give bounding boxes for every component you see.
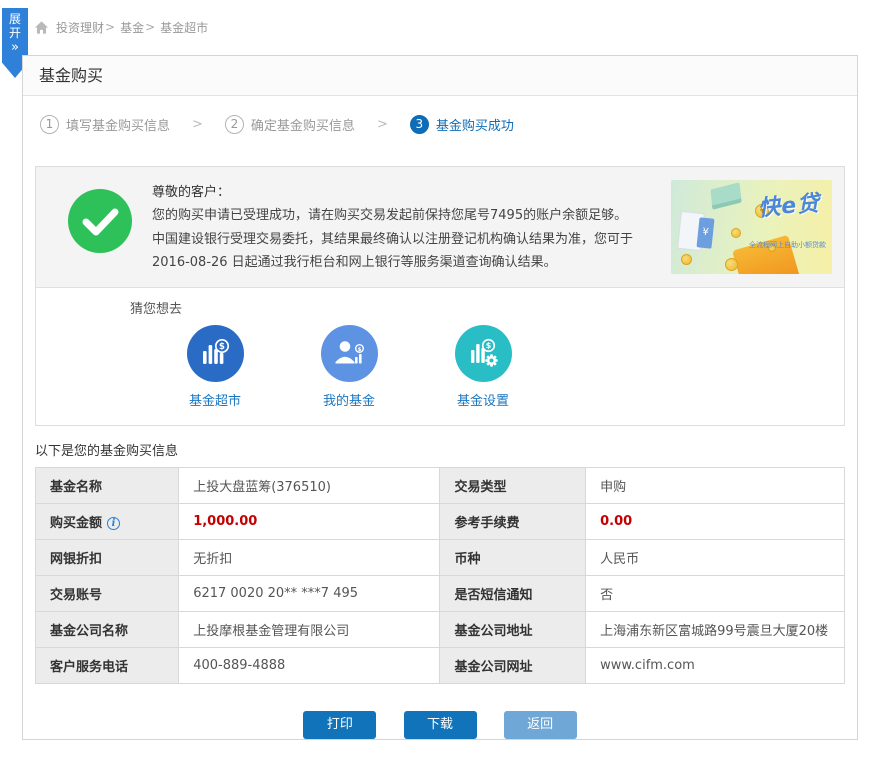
- breadcrumb-item-fund[interactable]: 基金: [120, 19, 144, 36]
- trade-type-value: 申购: [586, 467, 845, 503]
- fund-purchase-panel: 基金购买 1 填写基金购买信息 > 2 确定基金购买信息 > 3 基金购买成功 …: [22, 55, 858, 740]
- company-address-label: 基金公司地址: [440, 611, 586, 647]
- purchase-details-table: 基金名称 上投大盘蓝筹(376510) 交易类型 申购 购买金额 i 1,000.…: [35, 467, 845, 684]
- quick-loan-ad-banner[interactable]: ¥ ¥ 快e贷 全流程网上自助小额贷款: [671, 180, 832, 274]
- table-row: 基金名称 上投大盘蓝筹(376510) 交易类型 申购: [36, 467, 845, 503]
- company-name-label: 基金公司名称: [36, 611, 179, 647]
- notice-line-1: 您的购买申请已受理成功，请在购买交易发起前保持您尾号7495的账户余额足够。: [152, 204, 671, 227]
- step-1-label: 填写基金购买信息: [66, 115, 170, 134]
- step-3-label: 基金购买成功: [436, 115, 514, 134]
- currency-label: 币种: [440, 539, 586, 575]
- fee-value: 0.00: [586, 503, 845, 539]
- company-website-label: 基金公司网址: [440, 647, 586, 683]
- fund-settings-icon: $: [455, 325, 512, 382]
- table-row: 购买金额 i 1,000.00 参考手续费 0.00: [36, 503, 845, 539]
- company-name-value: 上投摩根基金管理有限公司: [179, 611, 440, 647]
- fund-name-value: 上投大盘蓝筹(376510): [179, 467, 440, 503]
- company-address-value: 上海浦东新区富城路99号震旦大厦20楼: [586, 611, 845, 647]
- table-row: 网银折扣 无折扣 币种 人民币: [36, 539, 845, 575]
- step-3-number: 3: [410, 115, 429, 134]
- purchase-amount-value: 1,000.00: [179, 503, 440, 539]
- table-row: 客户服务电话 400-889-4888 基金公司网址 www.cifm.com: [36, 647, 845, 683]
- success-notice: 尊敬的客户： 您的购买申请已受理成功，请在购买交易发起前保持您尾号7495的账户…: [36, 167, 844, 287]
- home-icon[interactable]: [34, 20, 49, 35]
- banner-card-graphic: ¥: [697, 217, 715, 248]
- account-label: 交易账号: [36, 575, 179, 611]
- success-check-icon: [68, 189, 132, 275]
- breadcrumb-item-fund-market[interactable]: 基金超市: [160, 19, 208, 36]
- table-row: 基金公司名称 上投摩根基金管理有限公司 基金公司地址 上海浦东新区富城路99号震…: [36, 611, 845, 647]
- purchase-amount-label: 购买金额 i: [36, 503, 179, 539]
- shortcut-label: 基金设置: [452, 390, 514, 409]
- fee-label: 参考手续费: [440, 503, 586, 539]
- expand-label: 展开: [8, 12, 22, 40]
- breadcrumb-separator: >: [105, 20, 115, 34]
- discount-value: 无折扣: [179, 539, 440, 575]
- service-phone-value: 400-889-4888: [179, 647, 440, 683]
- account-value: 6217 0020 20** ***7 495: [179, 575, 440, 611]
- page-title: 基金购买: [23, 56, 857, 96]
- service-phone-label: 客户服务电话: [36, 647, 179, 683]
- shortcut-fund-supermarket[interactable]: $ 基金超市: [184, 325, 246, 409]
- breadcrumb-item-invest[interactable]: 投资理财: [56, 19, 104, 36]
- currency-value: 人民币: [586, 539, 845, 575]
- my-funds-icon: $: [321, 325, 378, 382]
- company-website-value: www.cifm.com: [586, 647, 845, 683]
- fund-supermarket-icon: $: [187, 325, 244, 382]
- back-button[interactable]: 返回: [504, 711, 577, 739]
- suggestions-row: $ 基金超市: [184, 325, 844, 409]
- sms-notify-value: 否: [586, 575, 845, 611]
- details-caption: 以下是您的基金购买信息: [35, 440, 845, 459]
- shortcut-fund-settings[interactable]: $: [452, 325, 514, 409]
- info-icon[interactable]: i: [107, 517, 120, 530]
- step-1-number: 1: [40, 115, 59, 134]
- sms-notify-label: 是否短信通知: [440, 575, 586, 611]
- svg-text:$: $: [219, 342, 225, 352]
- banner-coin-icon: [681, 254, 692, 265]
- step-2-number: 2: [225, 115, 244, 134]
- step-2-label: 确定基金购买信息: [251, 115, 355, 134]
- step-3-active: 3 基金购买成功: [410, 115, 514, 134]
- step-separator-icon: >: [192, 117, 203, 132]
- print-button[interactable]: 打印: [303, 711, 376, 739]
- expand-arrow-icon: »: [2, 41, 28, 55]
- shortcut-my-funds[interactable]: $ 我的基金: [318, 325, 380, 409]
- svg-text:$: $: [358, 347, 362, 353]
- discount-label: 网银折扣: [36, 539, 179, 575]
- download-button[interactable]: 下载: [404, 711, 477, 739]
- breadcrumb: 投资理财 > 基金 > 基金超市: [34, 18, 208, 36]
- banner-title: 快e贷: [757, 185, 821, 222]
- suggestions-section: 猜您想去 $: [36, 287, 844, 425]
- suggestions-title: 猜您想去: [130, 298, 844, 317]
- action-button-row: 打印 下载 返回: [23, 711, 857, 739]
- shortcut-label: 我的基金: [318, 390, 380, 409]
- banner-cap-graphic: [711, 182, 742, 209]
- step-2: 2 确定基金购买信息: [225, 115, 355, 134]
- banner-coin-icon: [731, 228, 741, 238]
- notice-message: 尊敬的客户： 您的购买申请已受理成功，请在购买交易发起前保持您尾号7495的账户…: [152, 179, 671, 275]
- fund-name-label: 基金名称: [36, 467, 179, 503]
- step-1: 1 填写基金购买信息: [40, 115, 170, 134]
- breadcrumb-separator: >: [145, 20, 155, 34]
- notice-greeting: 尊敬的客户：: [152, 181, 671, 204]
- shortcut-label: 基金超市: [184, 390, 246, 409]
- svg-text:$: $: [486, 341, 492, 350]
- table-row: 交易账号 6217 0020 20** ***7 495 是否短信通知 否: [36, 575, 845, 611]
- banner-slogan: 全流程网上自助小额贷款: [749, 240, 826, 250]
- trade-type-label: 交易类型: [440, 467, 586, 503]
- step-indicator: 1 填写基金购买信息 > 2 确定基金购买信息 > 3 基金购买成功: [23, 96, 857, 152]
- notice-box: 尊敬的客户： 您的购买申请已受理成功，请在购买交易发起前保持您尾号7495的账户…: [35, 166, 845, 426]
- field-label: 购买金额: [50, 516, 102, 531]
- notice-line-2: 中国建设银行受理交易委托，其结果最终确认以注册登记机构确认结果为准，您可于 20…: [152, 228, 671, 275]
- step-separator-icon: >: [377, 117, 388, 132]
